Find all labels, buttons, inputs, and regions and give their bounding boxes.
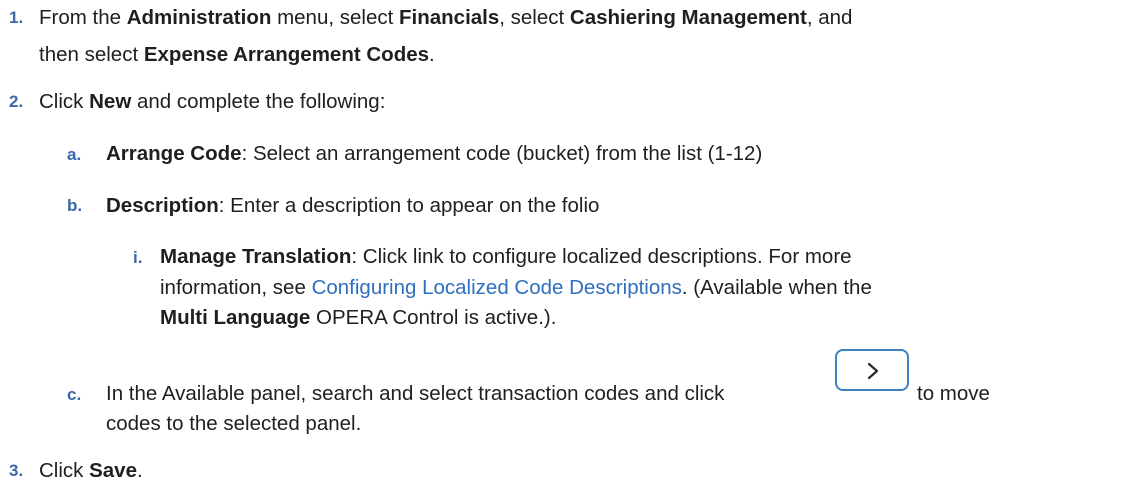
substep-letter: b. (67, 196, 83, 215)
subsubstep-roman: i. (133, 248, 143, 267)
step-number: 2. (9, 92, 24, 111)
step-1-line-2: then select Expense Arrangement Codes. (39, 43, 435, 66)
substep-b-text: Description: Enter a description to appe… (106, 194, 600, 217)
manage-translation-label: Manage Translation (160, 245, 352, 268)
substep-c-line-1a: In the Available panel, search and selec… (106, 382, 725, 405)
substep-c-line-1b: to move (917, 382, 990, 405)
step-1-line-1: From the Administration menu, select Fin… (39, 6, 853, 29)
substep-a-text: Arrange Code: Select an arrangement code… (106, 142, 763, 165)
step-3-line-1: Click Save. (39, 459, 143, 482)
substep-c-line-2: codes to the selected panel. (106, 412, 362, 435)
chevron-right-icon (867, 362, 879, 380)
save-label: Save (89, 459, 137, 482)
configuring-localized-code-descriptions-link[interactable]: Configuring Localized Code Descriptions (312, 276, 682, 299)
multi-language-label: Multi Language (160, 306, 311, 329)
substep-letter: c. (67, 385, 82, 404)
description-label: Description (106, 194, 219, 217)
menu-administration: Administration (126, 6, 272, 29)
subsubstep-i-line-1: Manage Translation: Click link to config… (160, 245, 852, 268)
menu-financials: Financials (399, 6, 500, 29)
menu-cashiering-management: Cashiering Management (569, 6, 807, 29)
subsubstep-i-line-2: information, see Configuring Localized C… (160, 276, 872, 299)
arrange-code-label: Arrange Code (106, 142, 242, 165)
substep-letter: a. (67, 145, 82, 164)
new-label: New (89, 90, 132, 113)
menu-expense-arrangement-codes: Expense Arrangement Codes (143, 43, 430, 66)
step-number: 1. (9, 8, 24, 27)
move-to-selected-button[interactable] (835, 349, 909, 391)
step-number: 3. (9, 461, 24, 480)
step-2-line-1: Click New and complete the following: (39, 90, 386, 113)
subsubstep-i-line-3: Multi Language OPERA Control is active.)… (160, 306, 557, 329)
